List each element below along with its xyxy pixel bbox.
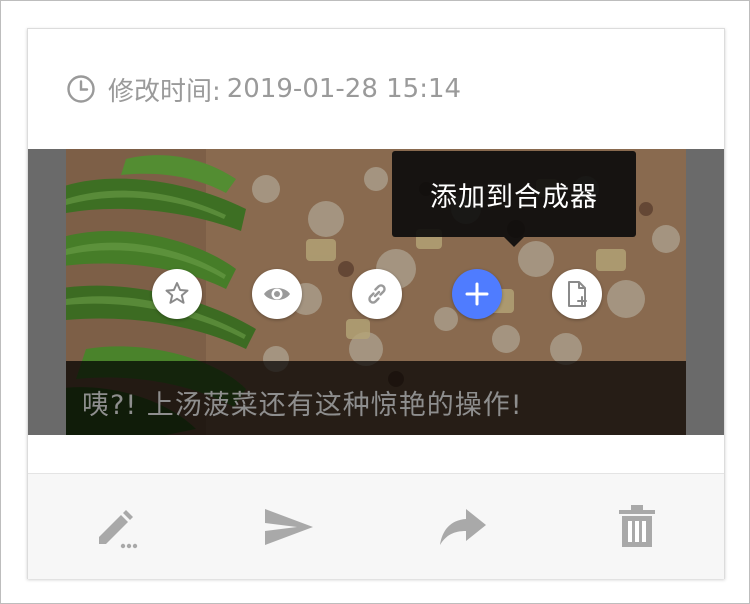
send-icon (265, 509, 313, 545)
media-preview[interactable]: 咦?! 上汤菠菜还有这种惊艳的操作! 添加到合成器 (28, 149, 724, 435)
window-frame: 修改时间: 2019-01-28 15:14 咦?! 上汤菠菜还有这种惊艳的操作… (0, 0, 750, 604)
link-icon (368, 284, 386, 304)
tooltip-arrow (504, 237, 524, 247)
card-footer-toolbar (28, 473, 724, 579)
modified-time-row: 修改时间: 2019-01-28 15:14 (66, 73, 462, 107)
clock-icon (67, 75, 95, 103)
material-card: 修改时间: 2019-01-28 15:14 咦?! 上汤菠菜还有这种惊艳的操作… (27, 28, 725, 579)
modified-time-label: 修改时间: (108, 76, 221, 107)
file-plus-icon (568, 281, 587, 307)
add-to-composer-tooltip: 添加到合成器 (392, 151, 636, 237)
caption-bar: 咦?! 上汤菠菜还有这种惊艳的操作! (66, 361, 686, 435)
favorite-button[interactable] (152, 269, 202, 319)
send-button[interactable] (262, 500, 316, 554)
share-button[interactable] (436, 500, 490, 554)
add-document-button[interactable] (552, 269, 602, 319)
share-icon (440, 509, 486, 545)
preview-button[interactable] (252, 269, 302, 319)
plus-icon (465, 282, 489, 306)
material-title: 咦?! 上汤菠菜还有这种惊艳的操作! (82, 390, 523, 421)
pencil-icon (99, 510, 138, 549)
delete-button[interactable] (610, 500, 664, 554)
edit-button[interactable] (88, 500, 142, 554)
add-to-composer-button[interactable] (452, 269, 502, 319)
modified-time-value: 2019-01-28 15:14 (226, 74, 462, 104)
copy-link-button[interactable] (352, 269, 402, 319)
trash-icon (619, 505, 655, 547)
star-icon (165, 282, 189, 304)
thumbnail-image[interactable]: 咦?! 上汤菠菜还有这种惊艳的操作! 添加到合成器 (66, 149, 686, 435)
eye-icon (264, 288, 290, 300)
card-body-spacer (28, 435, 724, 473)
